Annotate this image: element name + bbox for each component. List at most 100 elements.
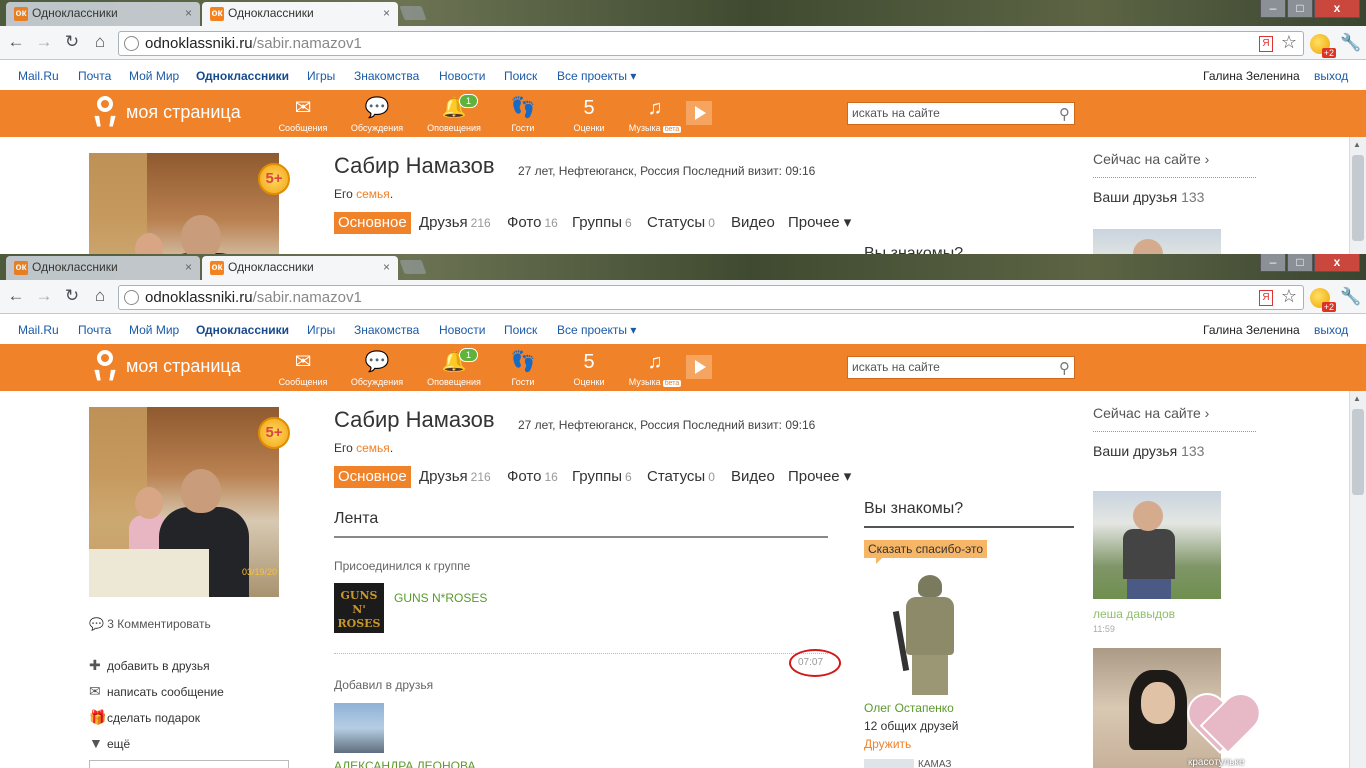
- friend-thumbnail[interactable]: [334, 703, 384, 753]
- nav-notifications[interactable]: 🔔 1 Оповещения: [419, 348, 489, 387]
- tab-inactive[interactable]: ок Одноклассники ×: [6, 2, 200, 26]
- back-arrow-icon[interactable]: ←: [6, 32, 26, 52]
- wrench-menu-icon[interactable]: 🔧: [1340, 33, 1361, 53]
- tab-statuses[interactable]: Статусы 0: [647, 212, 715, 234]
- ok-logo-icon[interactable]: [94, 96, 116, 130]
- current-user-name[interactable]: Галина Зеленина: [1203, 323, 1300, 337]
- rating-5plus-badge[interactable]: 5+: [258, 163, 290, 195]
- search-icon[interactable]: ⚲: [1059, 358, 1070, 379]
- nav-messages[interactable]: ✉ Сообщения: [268, 95, 338, 133]
- profile-photo[interactable]: 03/19/20: [89, 407, 279, 597]
- extension-icon[interactable]: +2: [1310, 34, 1336, 58]
- tab-photos[interactable]: Фото 16: [507, 466, 558, 488]
- music-play-icon[interactable]: [686, 101, 712, 125]
- yandex-icon[interactable]: Я: [1259, 290, 1273, 306]
- suggested-person-name[interactable]: Олег Остапенко: [864, 701, 954, 715]
- address-bar[interactable]: odnoklassniki.ru/sabir.namazov1 Я ☆: [118, 31, 1304, 56]
- site-search-input[interactable]: искать на сайте ⚲: [847, 102, 1075, 125]
- tab-close-icon[interactable]: ×: [383, 256, 390, 279]
- profile-photo[interactable]: [89, 153, 279, 254]
- tab-friends[interactable]: Друзья 216: [419, 212, 491, 234]
- tab-video[interactable]: Видео: [731, 212, 775, 234]
- mailbar-link-moymir[interactable]: Мой Мир: [129, 69, 179, 83]
- tab-inactive[interactable]: ок Одноклассники ×: [6, 256, 200, 280]
- tab-statuses[interactable]: Статусы 0: [647, 466, 715, 488]
- page-scrollbar[interactable]: ▲: [1349, 391, 1366, 768]
- search-icon[interactable]: ⚲: [1059, 104, 1070, 125]
- family-link[interactable]: семья: [356, 187, 390, 201]
- nav-ratings[interactable]: 5 Оценки: [554, 95, 624, 133]
- yandex-icon[interactable]: Я: [1259, 36, 1273, 52]
- add-friend-button[interactable]: ✚ добавить в друзья: [89, 657, 224, 683]
- wrench-menu-icon[interactable]: 🔧: [1340, 287, 1361, 307]
- mailbar-link-all-projects[interactable]: Все проекты ▾: [557, 69, 636, 83]
- music-play-icon[interactable]: [686, 355, 712, 379]
- tab-active[interactable]: ок Одноклассники ×: [202, 2, 398, 26]
- rating-5plus-badge[interactable]: 5+: [258, 417, 290, 449]
- page-info-icon[interactable]: [124, 290, 139, 305]
- nav-discussions[interactable]: 💬 Обсуждения: [342, 95, 412, 133]
- befriend-link[interactable]: Дружить: [864, 737, 911, 751]
- reload-icon[interactable]: ↻: [62, 286, 82, 306]
- tab-close-icon[interactable]: ×: [185, 2, 192, 25]
- tab-main[interactable]: Основное: [334, 466, 411, 488]
- mailbar-link-igry[interactable]: Игры: [307, 323, 335, 337]
- mailbar-link-moymir[interactable]: Мой Мир: [129, 323, 179, 337]
- tab-close-icon[interactable]: ×: [383, 2, 390, 25]
- nav-music[interactable]: ♫ Музыка бета: [620, 95, 690, 133]
- group-thumbnail[interactable]: GUNS N' ROSES: [334, 583, 384, 633]
- mailbar-link-odnoklassniki[interactable]: Одноклассники: [196, 323, 289, 337]
- next-suggestion[interactable]: КАМАЗ: [864, 759, 951, 768]
- comment-link[interactable]: 💬 3 Комментировать: [89, 617, 211, 631]
- my-page-link[interactable]: моя страница: [126, 356, 241, 377]
- close-window-button[interactable]: x: [1314, 0, 1360, 18]
- mailbar-link-igry[interactable]: Игры: [307, 69, 335, 83]
- mailbar-link-novosti[interactable]: Новости: [439, 69, 485, 83]
- page-scrollbar[interactable]: ▲: [1349, 137, 1366, 254]
- ok-logo-icon[interactable]: [94, 350, 116, 384]
- minimize-button[interactable]: –: [1260, 0, 1286, 18]
- tab-active[interactable]: ок Одноклассники ×: [202, 256, 398, 280]
- friend-photo[interactable]: [1093, 229, 1221, 254]
- tab-main[interactable]: Основное: [334, 212, 411, 234]
- current-user-name[interactable]: Галина Зеленина: [1203, 69, 1300, 83]
- friend-link[interactable]: АЛЕКСАНДРА ЛЕОНОВА: [334, 759, 476, 768]
- site-search-input[interactable]: искать на сайте ⚲: [847, 356, 1075, 379]
- suggested-person-photo[interactable]: [890, 571, 970, 695]
- back-arrow-icon[interactable]: ←: [6, 286, 26, 306]
- your-friends-heading[interactable]: Ваши друзья 133: [1093, 189, 1204, 205]
- page-info-icon[interactable]: [124, 36, 139, 51]
- new-tab-button[interactable]: [399, 260, 427, 274]
- bookmark-star-icon[interactable]: ☆: [1281, 32, 1297, 53]
- maximize-button[interactable]: □: [1287, 254, 1313, 272]
- mailbar-link-znakomstva[interactable]: Знакомства: [354, 69, 419, 83]
- reload-icon[interactable]: ↻: [62, 32, 82, 52]
- forward-arrow-icon[interactable]: →: [34, 286, 54, 306]
- home-icon[interactable]: ⌂: [90, 286, 110, 306]
- mailbar-link-znakomstva[interactable]: Знакомства: [354, 323, 419, 337]
- write-message-button[interactable]: ✉ написать сообщение: [89, 683, 224, 709]
- online-now-link[interactable]: Сейчас на сайте ›: [1093, 151, 1209, 167]
- nav-guests[interactable]: 👣 Гости: [488, 95, 558, 133]
- my-page-link[interactable]: моя страница: [126, 102, 241, 123]
- mailbar-link-all-projects[interactable]: Все проекты ▾: [557, 323, 636, 337]
- make-gift-button[interactable]: 🎁сделать подарок: [89, 709, 224, 735]
- online-now-link[interactable]: Сейчас на сайте ›: [1093, 405, 1209, 421]
- mailbar-link-pochta[interactable]: Почта: [78, 323, 111, 337]
- home-icon[interactable]: ⌂: [90, 32, 110, 52]
- logout-link[interactable]: выход: [1314, 69, 1348, 83]
- mailbar-link-poisk[interactable]: Поиск: [504, 323, 537, 337]
- tab-video[interactable]: Видео: [731, 466, 775, 488]
- heart-gift-icon[interactable]: [1188, 696, 1256, 756]
- tab-close-icon[interactable]: ×: [185, 256, 192, 279]
- mailbar-link-odnoklassniki[interactable]: Одноклассники: [196, 69, 289, 83]
- nav-notifications[interactable]: 🔔 1 Оповещения: [419, 94, 489, 133]
- nav-discussions[interactable]: 💬 Обсуждения: [342, 349, 412, 387]
- friend-photo[interactable]: [1093, 491, 1221, 599]
- forward-arrow-icon[interactable]: →: [34, 32, 54, 52]
- tab-groups[interactable]: Группы 6: [572, 466, 632, 488]
- family-link[interactable]: семья: [356, 441, 390, 455]
- say-thanks-bubble[interactable]: Сказать спасибо-это: [864, 540, 988, 564]
- more-actions-button[interactable]: ▼ ещё: [89, 735, 224, 761]
- nav-guests[interactable]: 👣 Гости: [488, 349, 558, 387]
